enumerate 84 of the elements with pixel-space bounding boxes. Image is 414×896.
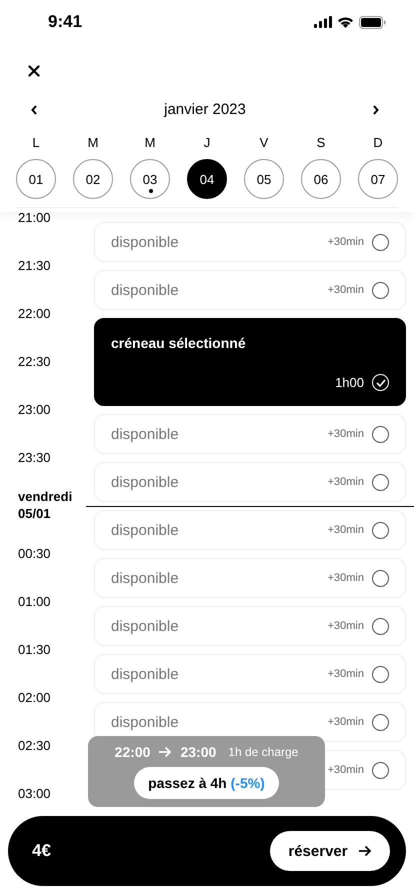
arrow-icon — [358, 845, 372, 857]
available-slot[interactable]: disponible +30min — [94, 462, 406, 502]
available-slot[interactable]: disponible +30min — [94, 414, 406, 454]
slot-duration: +30min — [328, 620, 364, 632]
weekday-label: V — [260, 135, 268, 151]
radio-button[interactable] — [372, 426, 389, 442]
arrow-icon — [158, 746, 172, 758]
radio-button[interactable] — [372, 714, 389, 730]
time-label: 23:30 — [18, 450, 51, 465]
day-button[interactable]: 06 — [301, 159, 341, 199]
radio-button[interactable] — [372, 282, 389, 298]
time-label: 02:00 — [18, 690, 51, 705]
time-label: 00:30 — [18, 546, 51, 561]
radio-button[interactable] — [372, 570, 389, 586]
radio-button[interactable] — [372, 618, 389, 634]
weekday-label: S — [316, 135, 326, 151]
time-label: 22:30 — [18, 354, 51, 369]
day-button[interactable]: 05 — [244, 159, 284, 199]
slot-duration: 1h00 — [335, 375, 364, 390]
slot-label: disponible — [111, 714, 179, 730]
time-label: 23:00 — [18, 402, 51, 417]
day-button[interactable]: 07 — [358, 159, 398, 199]
available-slot[interactable]: disponible +30min — [94, 558, 406, 598]
slot-label: disponible — [111, 282, 179, 298]
wifi-icon — [337, 16, 354, 28]
day-button[interactable]: 04 — [187, 159, 227, 199]
end-time: 23:00 — [180, 744, 216, 760]
available-slot[interactable]: disponible +30min — [94, 654, 406, 694]
radio-button[interactable] — [372, 474, 389, 490]
check-icon[interactable] — [372, 374, 389, 391]
book-button[interactable]: réserver — [270, 831, 390, 871]
slot-label: disponible — [111, 474, 179, 490]
slot-label: disponible — [111, 666, 179, 682]
close-icon[interactable] — [28, 65, 40, 77]
available-slot[interactable]: disponible +30min — [94, 510, 406, 550]
slot-duration: +30min — [328, 524, 364, 536]
slot-label: disponible — [111, 426, 179, 442]
available-slot[interactable]: disponible +30min — [94, 222, 406, 262]
radio-button[interactable] — [372, 522, 389, 538]
slot-duration: +30min — [328, 476, 364, 488]
weekday-label: L — [32, 135, 40, 151]
weekday-label: J — [204, 135, 210, 151]
radio-button[interactable] — [372, 666, 389, 682]
time-label: 01:00 — [18, 594, 51, 609]
status-time: 9:41 — [48, 12, 82, 32]
start-time: 22:00 — [114, 744, 150, 760]
day-button[interactable]: 01 — [16, 159, 56, 199]
signal-icon — [314, 16, 332, 28]
slot-label: disponible — [111, 522, 179, 538]
time-label: 01:30 — [18, 642, 51, 657]
time-label: 21:30 — [18, 258, 51, 273]
day-label: vendredi 05/01 — [18, 488, 74, 522]
price: 4€ — [32, 841, 51, 861]
available-slot[interactable]: disponible +30min — [94, 270, 406, 310]
time-label: 03:00 — [18, 786, 51, 801]
selected-slot[interactable]: créneau sélectionné 1h00 — [94, 318, 406, 406]
slot-duration: +30min — [328, 236, 364, 248]
slot-duration: +30min — [328, 428, 364, 440]
charge-duration: 1h de charge — [228, 745, 298, 759]
battery-icon — [359, 16, 386, 28]
weekday-label: D — [373, 135, 383, 151]
time-label: 21:00 — [18, 212, 51, 225]
weekday-label: M — [88, 135, 98, 151]
next-month-icon[interactable] — [372, 104, 380, 116]
slot-duration: +30min — [328, 668, 364, 680]
slot-duration: +30min — [328, 716, 364, 728]
slot-label: créneau sélectionné — [111, 335, 247, 351]
day-button[interactable]: 02 — [73, 159, 113, 199]
day-button[interactable]: 03 — [130, 159, 170, 199]
upsell-button[interactable]: passez à 4h (-5%) — [134, 767, 279, 799]
slot-label: disponible — [111, 570, 179, 586]
weekday-label: M — [144, 135, 156, 151]
time-label: 02:30 — [18, 738, 51, 753]
radio-button[interactable] — [372, 762, 389, 778]
time-label: 22:00 — [18, 306, 51, 321]
slot-label: disponible — [111, 234, 179, 250]
previous-month-icon[interactable] — [30, 104, 38, 116]
slot-duration: +30min — [328, 284, 364, 296]
slot-duration: +30min — [328, 764, 364, 776]
radio-button[interactable] — [372, 234, 389, 250]
month-title: janvier 2023 — [164, 101, 246, 118]
slot-duration: +30min — [328, 572, 364, 584]
slot-label: disponible — [111, 618, 179, 634]
available-slot[interactable]: disponible +30min — [94, 606, 406, 646]
